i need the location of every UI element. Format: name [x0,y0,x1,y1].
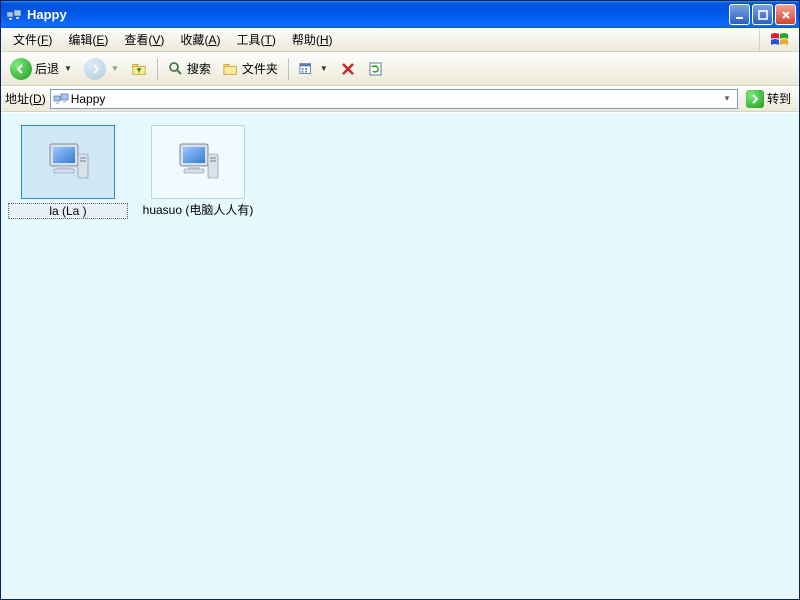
item-thumbnail [151,125,245,199]
search-label: 搜索 [187,60,211,77]
network-computer-item[interactable]: huasuo (电脑人人有) [143,125,253,219]
maximize-button[interactable] [752,4,773,25]
search-icon [168,61,184,77]
chevron-down-icon: ▼ [64,64,72,73]
computer-icon [174,138,222,186]
minimize-button[interactable] [729,4,750,25]
go-label: 转到 [767,90,791,107]
go-arrow-icon [746,90,764,108]
search-button[interactable]: 搜索 [163,56,216,82]
folder-up-icon [131,61,147,77]
menu-edit[interactable]: 编辑(E) [60,28,116,51]
go-button[interactable]: 转到 [742,88,795,110]
menu-tools[interactable]: 工具(T) [228,28,283,51]
delete-icon [340,61,356,77]
views-button[interactable]: ▼ [294,56,333,82]
window-title: Happy [27,7,729,22]
back-label: 后退 [35,60,59,77]
item-label: huasuo (电脑人人有) [138,203,258,217]
menu-favorites[interactable]: 收藏(A) [172,28,228,51]
computer-icon [44,138,92,186]
chevron-down-icon: ▼ [320,64,328,73]
titlebar[interactable]: Happy [1,1,799,28]
back-arrow-icon [10,58,32,80]
folders-icon [223,61,239,77]
refresh-icon [368,61,384,77]
address-value: Happy [69,92,719,106]
toolbar-separator [288,58,289,80]
address-input[interactable]: Happy ▾ [50,89,738,109]
addressbar: 地址(D) Happy ▾ 转到 [1,86,799,112]
item-label: la (La ) [8,203,128,219]
workgroup-icon [53,91,69,107]
folders-label: 文件夹 [242,60,278,77]
views-icon [299,61,315,77]
chevron-down-icon: ▼ [111,64,119,73]
address-dropdown-button[interactable]: ▾ [719,93,735,104]
menu-file[interactable]: 文件(F) [5,28,60,51]
menu-help[interactable]: 帮助(H) [284,28,341,51]
menu-view[interactable]: 查看(V) [116,28,172,51]
item-thumbnail [21,125,115,199]
close-button[interactable] [775,4,796,25]
network-computer-item[interactable]: la (La ) [13,125,123,219]
up-button[interactable] [126,56,152,82]
delete-button[interactable] [335,56,361,82]
forward-arrow-icon [84,58,106,80]
toolbar: 后退 ▼ ▼ 搜索 文件夹 [1,52,799,86]
folders-button[interactable]: 文件夹 [218,56,283,82]
window-controls [729,4,796,25]
toolbar-separator [157,58,158,80]
address-label: 地址(D) [5,90,46,107]
workgroup-icon [6,7,22,23]
back-button[interactable]: 后退 ▼ [5,56,77,82]
menubar: 文件(F) 编辑(E) 查看(V) 收藏(A) 工具(T) 帮助(H) [1,28,799,52]
explorer-window: Happy 文件(F) 编辑(E) 查看(V) 收藏(A) 工具(T) 帮助(H… [0,0,800,600]
refresh-button[interactable] [363,56,389,82]
forward-button[interactable]: ▼ [79,56,124,82]
windows-flag-icon [759,28,799,51]
content-area[interactable]: la (La ) [1,112,799,599]
